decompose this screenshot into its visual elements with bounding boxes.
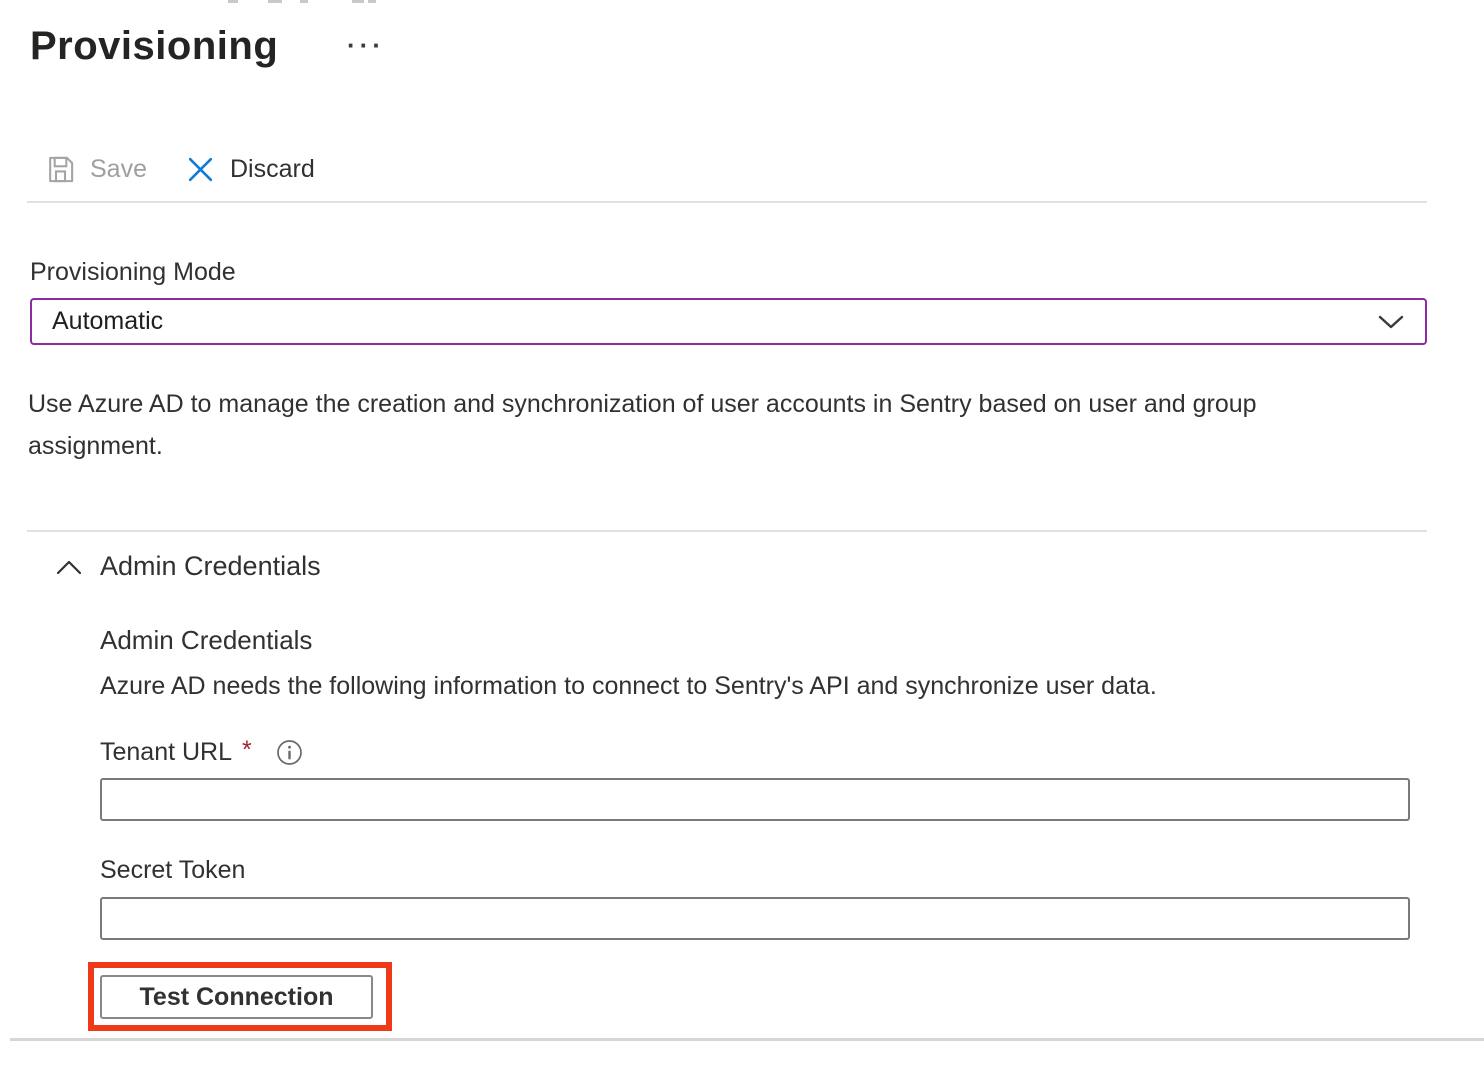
secret-token-label: Secret Token: [100, 856, 245, 885]
tenant-url-label: Tenant URL: [100, 738, 232, 767]
discard-button[interactable]: Discard: [185, 154, 315, 185]
admin-credentials-description: Azure AD needs the following information…: [100, 672, 1157, 701]
chevron-down-icon: [1377, 313, 1405, 331]
collapse-section-button[interactable]: [53, 558, 85, 578]
admin-credentials-section-title[interactable]: Admin Credentials: [100, 551, 321, 582]
required-asterisk: *: [242, 736, 252, 765]
info-icon[interactable]: [276, 739, 303, 766]
test-connection-button[interactable]: Test Connection: [100, 975, 373, 1019]
provisioning-mode-description: Use Azure AD to manage the creation and …: [28, 383, 1338, 467]
page-title: Provisioning: [30, 24, 278, 69]
provisioning-mode-dropdown[interactable]: Automatic: [30, 298, 1427, 345]
bottom-divider: [10, 1038, 1484, 1041]
tenant-url-input[interactable]: [100, 778, 1410, 821]
save-button[interactable]: Save: [45, 154, 147, 185]
save-label: Save: [90, 155, 147, 184]
discard-label: Discard: [230, 155, 315, 184]
section-divider: [27, 530, 1427, 532]
admin-credentials-subtitle: Admin Credentials: [100, 625, 312, 656]
more-options-button[interactable]: ···: [347, 30, 385, 61]
tenant-url-label-row: Tenant URL *: [100, 738, 303, 767]
save-icon: [45, 154, 76, 185]
provisioning-mode-value: Automatic: [52, 307, 163, 336]
secret-token-input[interactable]: [100, 897, 1410, 940]
provisioning-mode-label: Provisioning Mode: [30, 258, 236, 287]
discard-x-icon: [185, 154, 216, 185]
command-toolbar: Save Discard: [45, 148, 315, 190]
toolbar-divider: [27, 201, 1427, 203]
